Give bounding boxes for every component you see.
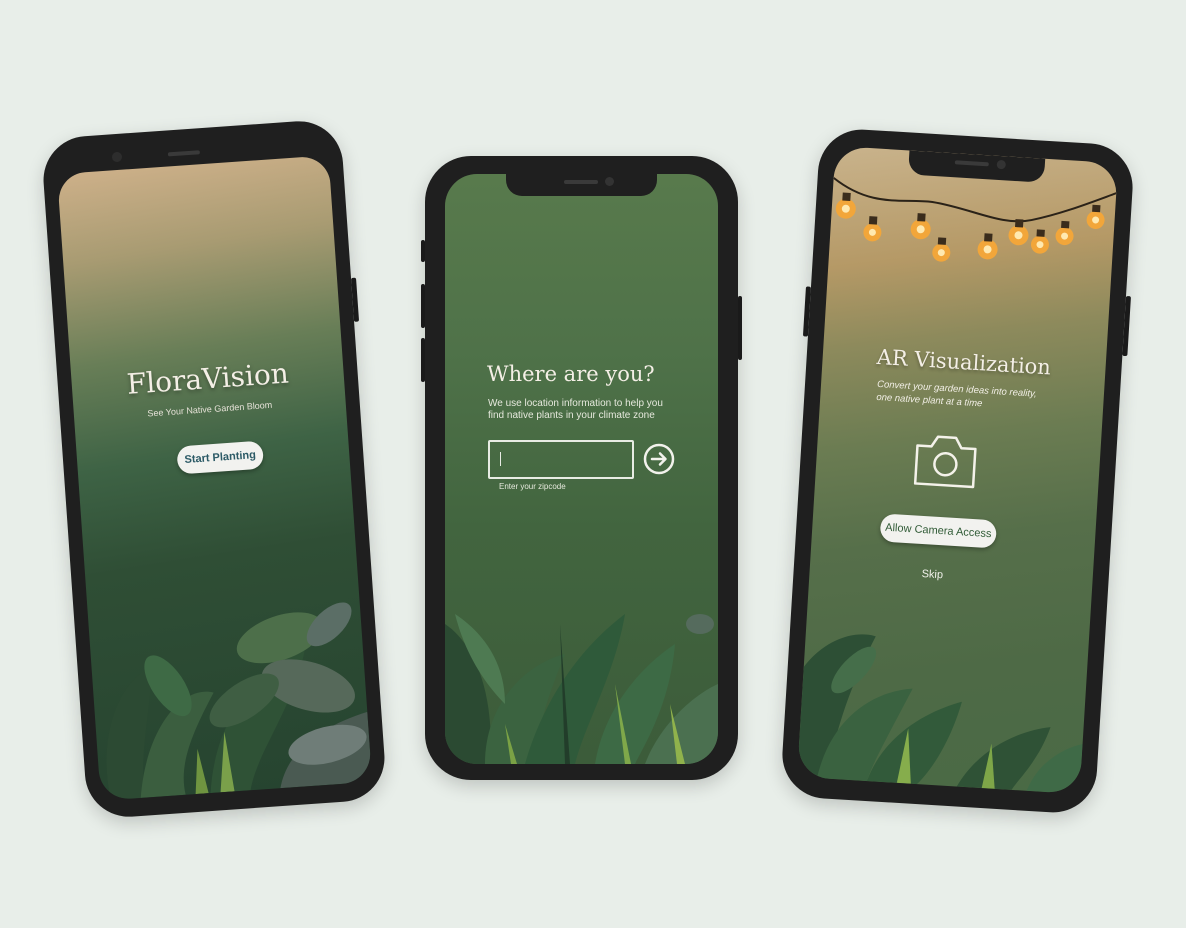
front-camera <box>111 151 123 163</box>
phone-location: Where are you? We use location informati… <box>421 156 742 780</box>
ar-screen: AR Visualization Convert your garden ide… <box>797 145 1119 795</box>
volume-down-button <box>421 338 425 382</box>
notch <box>506 174 657 196</box>
arrow-right-circle-icon[interactable] <box>643 443 675 475</box>
plant-foliage <box>106 602 373 801</box>
location-screen: Where are you? We use location informati… <box>445 174 718 764</box>
volume-up-button <box>421 284 425 328</box>
plant-foliage <box>445 614 718 764</box>
mute-switch <box>421 240 425 262</box>
skip-link[interactable]: Skip <box>921 568 943 581</box>
speaker-grill <box>564 180 598 184</box>
string-lights <box>833 177 1117 262</box>
zipcode-input[interactable] <box>488 440 634 479</box>
location-title: Where are you? <box>487 362 655 386</box>
allow-camera-access-button[interactable]: Allow Camera Access <box>879 513 998 549</box>
earpiece <box>167 150 201 157</box>
power-button <box>738 296 742 360</box>
side-button <box>351 277 360 322</box>
ar-title: AR Visualization <box>876 344 1052 380</box>
phone-welcome: FloraVision See Your Native Garden Bloom… <box>40 118 388 820</box>
location-description-line2: find native plants in your climate zone <box>488 410 655 421</box>
front-camera <box>605 177 614 186</box>
text-cursor <box>500 452 501 466</box>
camera-icon <box>913 435 977 489</box>
phone-ar: AR Visualization Convert your garden ide… <box>779 127 1136 815</box>
start-planting-button[interactable]: Start Planting <box>176 440 265 475</box>
side-button <box>802 286 811 337</box>
power-button <box>1122 295 1131 357</box>
zipcode-caption: Enter your zipcode <box>499 482 566 491</box>
plant-foliage <box>797 634 1083 795</box>
location-description-line1: We use location information to help you <box>488 398 663 409</box>
welcome-screen: FloraVision See Your Native Garden Bloom… <box>57 155 373 801</box>
